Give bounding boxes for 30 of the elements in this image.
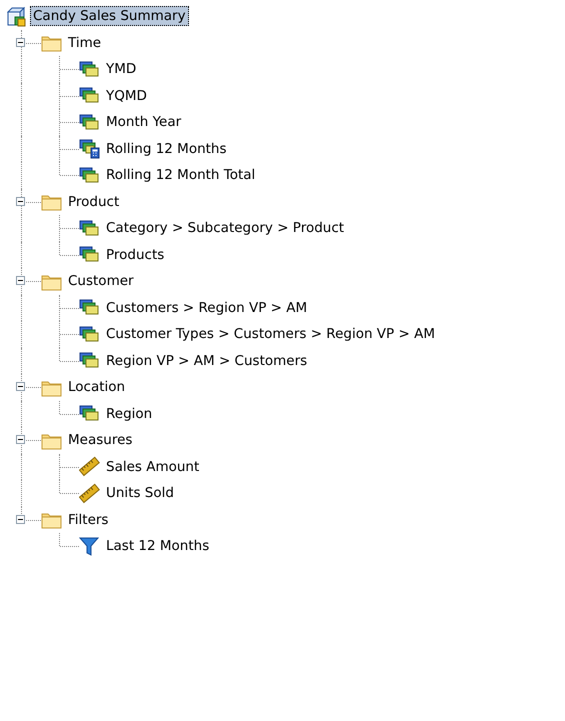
collapse-button[interactable] — [16, 196, 25, 206]
folder-label[interactable]: Customer — [65, 271, 137, 292]
tree-item-label[interactable]: Last 12 Months — [103, 536, 212, 556]
collapse-button[interactable] — [16, 435, 25, 444]
tree-item-label[interactable]: Customer Types > Customers > Region VP > AM — [103, 324, 438, 344]
funnel-icon — [79, 536, 100, 557]
tree-item-label[interactable]: YQMD — [103, 86, 150, 106]
tree-item-label[interactable]: Region VP > AM > Customers — [103, 350, 310, 371]
collapse-button[interactable] — [16, 38, 25, 47]
collapse-button[interactable] — [16, 514, 25, 524]
tree-item-label[interactable]: Region — [103, 404, 156, 424]
folder-label[interactable]: Location — [65, 377, 128, 398]
tree-item-label[interactable]: YMD — [103, 59, 140, 80]
calculator-icon — [79, 138, 100, 160]
tree-item-label[interactable]: Customers > Region VP > AM — [103, 298, 310, 318]
folder-label[interactable]: Measures — [65, 430, 136, 450]
tree-item-label[interactable]: Rolling 12 Months — [103, 138, 230, 159]
folder-label[interactable]: Filters — [65, 510, 112, 530]
tree-item-label[interactable]: Category > Subcategory > Product — [103, 218, 348, 238]
tree-item-label[interactable]: Sales Amount — [103, 456, 202, 477]
tree-item-label[interactable]: Units Sold — [103, 483, 177, 504]
collapse-button[interactable] — [16, 276, 25, 286]
tree-item-label[interactable]: Month Year — [103, 112, 184, 132]
cube-icon — [6, 6, 27, 27]
folder-label[interactable]: Product — [65, 192, 122, 212]
tree-item-label[interactable]: Rolling 12 Month Total — [103, 165, 258, 186]
tree-item-label[interactable]: Products — [103, 244, 168, 265]
folder-label[interactable]: Time — [65, 32, 104, 53]
collapse-button[interactable] — [16, 382, 25, 392]
tree-root-label[interactable]: Candy Sales Summary — [30, 6, 189, 26]
